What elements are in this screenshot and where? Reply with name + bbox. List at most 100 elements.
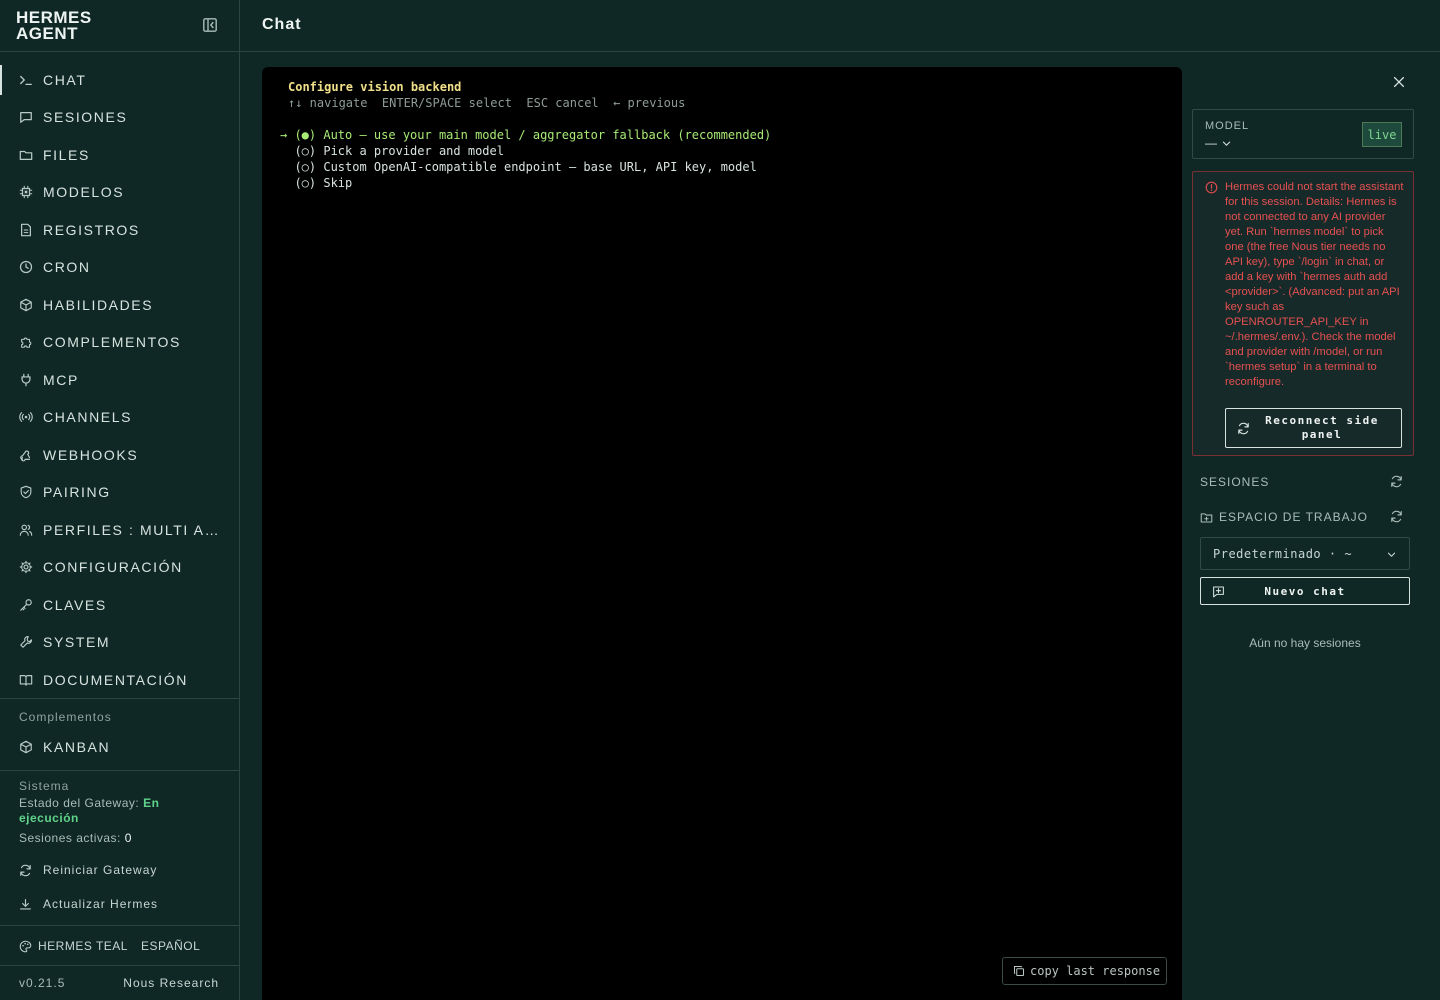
model-value: — — [1205, 136, 1217, 150]
sidebar-item-label: MODELOS — [43, 184, 125, 201]
sidebar-item-system[interactable]: SYSTEM — [0, 624, 239, 662]
sidebar-item-habilidades[interactable]: HABILIDADES — [0, 286, 239, 324]
sidebar-item-label: PAIRING — [43, 484, 111, 501]
model-dropdown[interactable]: — — [1205, 136, 1232, 150]
key-icon — [19, 598, 33, 612]
reconnect-label: Reconnect side panel — [1265, 414, 1379, 441]
cpu-icon — [19, 185, 33, 199]
brand-header: HERMES AGENT — [0, 0, 239, 52]
sidebar-item-label: MCP — [43, 371, 79, 388]
sidebar-item-perfiles[interactable]: PERFILES : MULTI AG… — [0, 511, 239, 549]
sidebar-item-webhooks[interactable]: WEBHOOKS — [0, 436, 239, 474]
gateway-status-cont: ejecución — [19, 811, 79, 826]
sidebar-item-label: CHANNELS — [43, 409, 133, 426]
brand-logo[interactable]: HERMES AGENT — [16, 9, 92, 43]
workspace-label: ESPACIO DE TRABAJO — [1219, 510, 1368, 524]
gateway-status-value-2: ejecución — [19, 811, 79, 825]
sidebar-item-configuracion[interactable]: CONFIGURACIÓN — [0, 549, 239, 587]
file-text-icon — [19, 223, 33, 237]
sidebar-item-kanban[interactable]: KANBAN — [0, 728, 239, 766]
update-hermes-label: Actualizar Hermes — [43, 897, 159, 911]
sidebar-item-files[interactable]: FILES — [0, 136, 239, 174]
new-chat-button[interactable]: Nuevo chat — [1200, 577, 1410, 605]
close-panel-icon[interactable] — [1392, 75, 1406, 89]
option-pick-provider[interactable]: (○) Pick a provider and model — [280, 143, 504, 159]
webhook-icon — [19, 448, 33, 462]
refresh-icon — [19, 864, 32, 877]
update-hermes-button[interactable]: Actualizar Hermes — [19, 897, 158, 911]
brand-line-2: AGENT — [16, 24, 78, 43]
theme-label: HERMES TEAL — [38, 939, 128, 953]
workspace-section-label: ESPACIO DE TRABAJO — [1200, 510, 1368, 524]
sidebar-item-registros[interactable]: REGISTROS — [0, 211, 239, 249]
radio-icon — [19, 410, 33, 424]
refresh-workspace-icon[interactable] — [1390, 510, 1403, 523]
sidebar-item-mcp[interactable]: MCP — [0, 361, 239, 399]
workspace-value: Predeterminado · ~ — [1213, 546, 1353, 561]
sidebar-item-sesiones[interactable]: SESIONES — [0, 99, 239, 137]
package-icon — [19, 298, 33, 312]
divider — [0, 925, 239, 926]
shield-check-icon — [19, 485, 33, 499]
sidebar-item-pairing[interactable]: PAIRING — [0, 474, 239, 512]
active-sessions-label: Sesiones activas: — [19, 831, 121, 845]
workspace-select[interactable]: Predeterminado · ~ — [1200, 537, 1410, 570]
active-sessions-value: 0 — [124, 831, 132, 845]
sidebar-item-label: HABILIDADES — [43, 296, 154, 313]
page-title: Chat — [262, 16, 302, 33]
error-alert: Hermes could not start the assistant for… — [1192, 171, 1414, 456]
settings-icon — [19, 560, 33, 574]
restart-gateway-button[interactable]: Reiniciar Gateway — [19, 863, 157, 877]
gateway-status-label: Estado del Gateway: — [19, 796, 140, 810]
plugins-nav: KANBAN — [0, 728, 239, 766]
gateway-status-value: En — [143, 796, 160, 810]
folder-plus-icon — [1200, 511, 1213, 524]
download-icon — [19, 898, 32, 911]
sidebar-item-label: WEBHOOKS — [43, 446, 139, 463]
divider — [0, 770, 239, 771]
alert-icon — [1205, 181, 1218, 194]
plug-icon — [19, 373, 33, 387]
copy-last-response-button[interactable]: copy last response — [1002, 957, 1167, 985]
sidebar-item-label: FILES — [43, 146, 90, 163]
refresh-sessions-icon[interactable] — [1390, 475, 1403, 488]
terminal-prompt-title: Configure vision backend — [288, 80, 462, 94]
sidebar-item-channels[interactable]: CHANNELS — [0, 399, 239, 437]
new-chat-label: Nuevo chat — [1264, 585, 1346, 598]
collapse-sidebar-icon[interactable] — [202, 17, 218, 33]
vendor-label: Nous Research — [123, 976, 219, 990]
gateway-status: Estado del Gateway: En — [19, 796, 159, 811]
sessions-label: SESIONES — [1200, 475, 1270, 489]
sidebar-item-complementos[interactable]: COMPLEMENTOS — [0, 324, 239, 362]
copy-icon — [1013, 965, 1025, 977]
palette-icon — [19, 940, 32, 953]
puzzle-icon — [19, 335, 33, 349]
terminal-key-hints: ↑↓ navigate ENTER/SPACE select ESC cance… — [288, 96, 686, 110]
chevron-down-icon — [1221, 138, 1232, 149]
top-header: Chat — [240, 0, 1440, 52]
system-section-label: Sistema — [19, 779, 70, 793]
sidebar-item-modelos[interactable]: MODELOS — [0, 174, 239, 212]
restart-gateway-label: Reiniciar Gateway — [43, 863, 158, 877]
error-message: Hermes could not start the assistant for… — [1225, 181, 1404, 388]
option-custom-endpoint[interactable]: (○) Custom OpenAI-compatible endpoint — … — [280, 159, 756, 175]
live-badge: live — [1362, 122, 1402, 147]
reconnect-side-panel-button[interactable]: Reconnect side panel — [1225, 408, 1402, 448]
plugins-section-label: Complementos — [19, 710, 112, 724]
option-auto[interactable]: → (●) Auto — use your main model / aggre… — [280, 127, 771, 143]
option-skip[interactable]: (○) Skip — [280, 175, 352, 191]
sidebar-item-label: CLAVES — [43, 596, 107, 613]
main-nav: CHAT SESIONES FILES MODELOS REGISTROS CR… — [0, 61, 239, 699]
wrench-icon — [19, 635, 33, 649]
sidebar-item-claves[interactable]: CLAVES — [0, 586, 239, 624]
sidebar-item-chat[interactable]: CHAT — [0, 61, 239, 99]
language-switcher[interactable]: ESPAÑOL — [141, 939, 200, 953]
terminal-icon — [19, 73, 33, 87]
theme-switcher[interactable]: HERMES TEAL — [19, 939, 128, 953]
sidebar-item-documentacion[interactable]: DOCUMENTACIÓN — [0, 661, 239, 699]
sidebar-item-label: CONFIGURACIÓN — [43, 559, 183, 576]
model-label: MODEL — [1205, 120, 1250, 132]
chat-terminal[interactable]: Configure vision backend ↑↓ navigate ENT… — [262, 67, 1182, 1000]
sidebar-item-cron[interactable]: CRON — [0, 249, 239, 287]
divider — [0, 965, 239, 966]
